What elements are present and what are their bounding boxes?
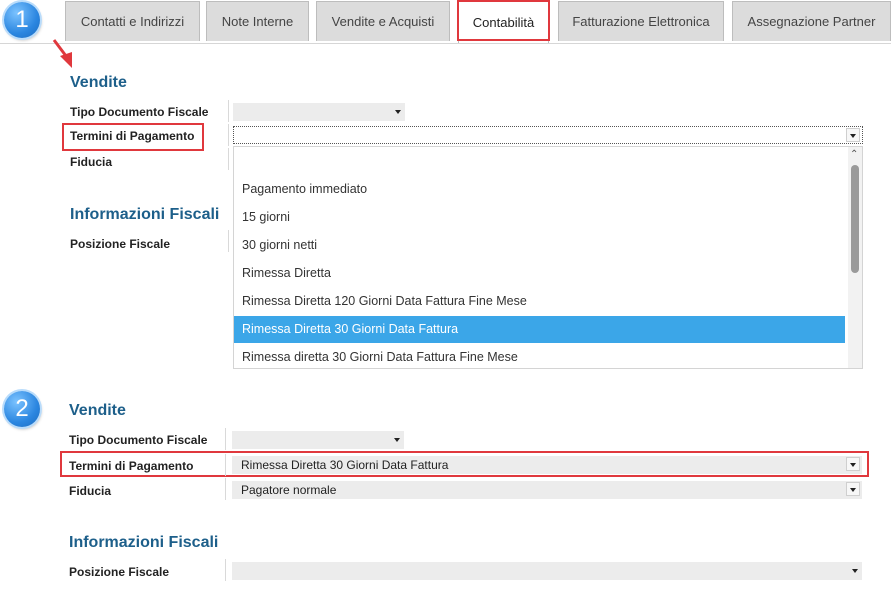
dropdown-option[interactable]: Pagamento immediato <box>234 176 845 203</box>
divider <box>228 124 229 146</box>
label-termini-pagamento: Termini di Pagamento <box>69 459 194 473</box>
divider <box>228 100 229 122</box>
chevron-up-icon[interactable]: ⌃ <box>850 149 858 160</box>
chevron-down-icon <box>850 488 856 492</box>
chevron-down-icon <box>850 463 856 467</box>
tipo-documento-select[interactable] <box>233 103 405 121</box>
chevron-down-icon <box>852 569 858 573</box>
dropdown-option-selected[interactable]: Rimessa Diretta 30 Giorni Data Fattura <box>234 316 845 343</box>
red-arrow-icon <box>52 39 72 68</box>
dropdown-button[interactable] <box>846 128 860 142</box>
dropdown-option[interactable]: Rimessa Diretta 120 Giorni Data Fattura … <box>234 288 845 315</box>
termini-pagamento-value: Rimessa Diretta 30 Giorni Data Fattura <box>241 458 449 472</box>
label-posizione-fiscale: Posizione Fiscale <box>69 565 170 579</box>
label-termini-pagamento: Termini di Pagamento <box>70 129 195 143</box>
section-title-vendite: Vendite <box>70 74 127 91</box>
tab-bar: Contatti e Indirizzi Note Interne Vendit… <box>0 0 891 44</box>
step-badge-1: 1 <box>4 2 40 38</box>
dropdown-option[interactable]: Rimessa diretta 30 Giorni Data Fattura F… <box>234 344 845 368</box>
tab-contabilita[interactable]: Contabilità <box>458 1 549 43</box>
section-title-informazioni-fiscali: Informazioni Fiscali <box>70 206 220 223</box>
label-posizione-fiscale: Posizione Fiscale <box>70 237 171 251</box>
label-fiducia: Fiducia <box>69 484 112 498</box>
posizione-fiscale-select[interactable] <box>232 562 862 580</box>
termini-pagamento-select[interactable] <box>233 126 863 144</box>
termini-dropdown-list: Pagamento immediato 15 giorni 30 giorni … <box>233 146 863 369</box>
dropdown-scrollbar[interactable]: ⌃ <box>848 147 862 368</box>
divider <box>225 559 226 581</box>
tab-assegnazione-partner[interactable]: Assegnazione Partner <box>732 1 891 41</box>
scrollbar-thumb[interactable] <box>851 165 859 273</box>
termini-pagamento-select[interactable]: Rimessa Diretta 30 Giorni Data Fattura <box>232 456 862 474</box>
section-title-informazioni-fiscali: Informazioni Fiscali <box>69 534 219 551</box>
chevron-down-icon <box>850 134 856 138</box>
dropdown-button[interactable] <box>846 457 860 471</box>
fiducia-select[interactable]: Pagatore normale <box>232 481 862 499</box>
divider <box>225 478 226 500</box>
fiducia-value: Pagatore normale <box>241 483 337 497</box>
dropdown-option[interactable]: Rimessa Diretta <box>234 260 845 287</box>
tab-fatturazione-elettronica[interactable]: Fatturazione Elettronica <box>558 1 724 41</box>
section-title-vendite: Vendite <box>69 402 126 419</box>
label-fiducia: Fiducia <box>70 155 113 169</box>
divider <box>228 230 229 252</box>
divider <box>225 428 226 450</box>
tab-contatti-indirizzi[interactable]: Contatti e Indirizzi <box>65 1 200 41</box>
label-tipo-documento: Tipo Documento Fiscale <box>70 105 209 119</box>
step-badge-2: 2 <box>4 391 40 427</box>
chevron-down-icon <box>394 438 400 442</box>
tipo-documento-select[interactable] <box>232 431 404 449</box>
dropdown-option[interactable]: 30 giorni netti <box>234 232 845 259</box>
chevron-down-icon <box>395 110 401 114</box>
tab-note-interne[interactable]: Note Interne <box>206 1 309 41</box>
dropdown-option[interactable]: 15 giorni <box>234 204 845 231</box>
divider <box>225 454 226 476</box>
divider <box>228 148 229 170</box>
label-tipo-documento: Tipo Documento Fiscale <box>69 433 208 447</box>
tab-vendite-acquisti[interactable]: Vendite e Acquisti <box>316 1 450 41</box>
dropdown-button[interactable] <box>846 482 860 496</box>
